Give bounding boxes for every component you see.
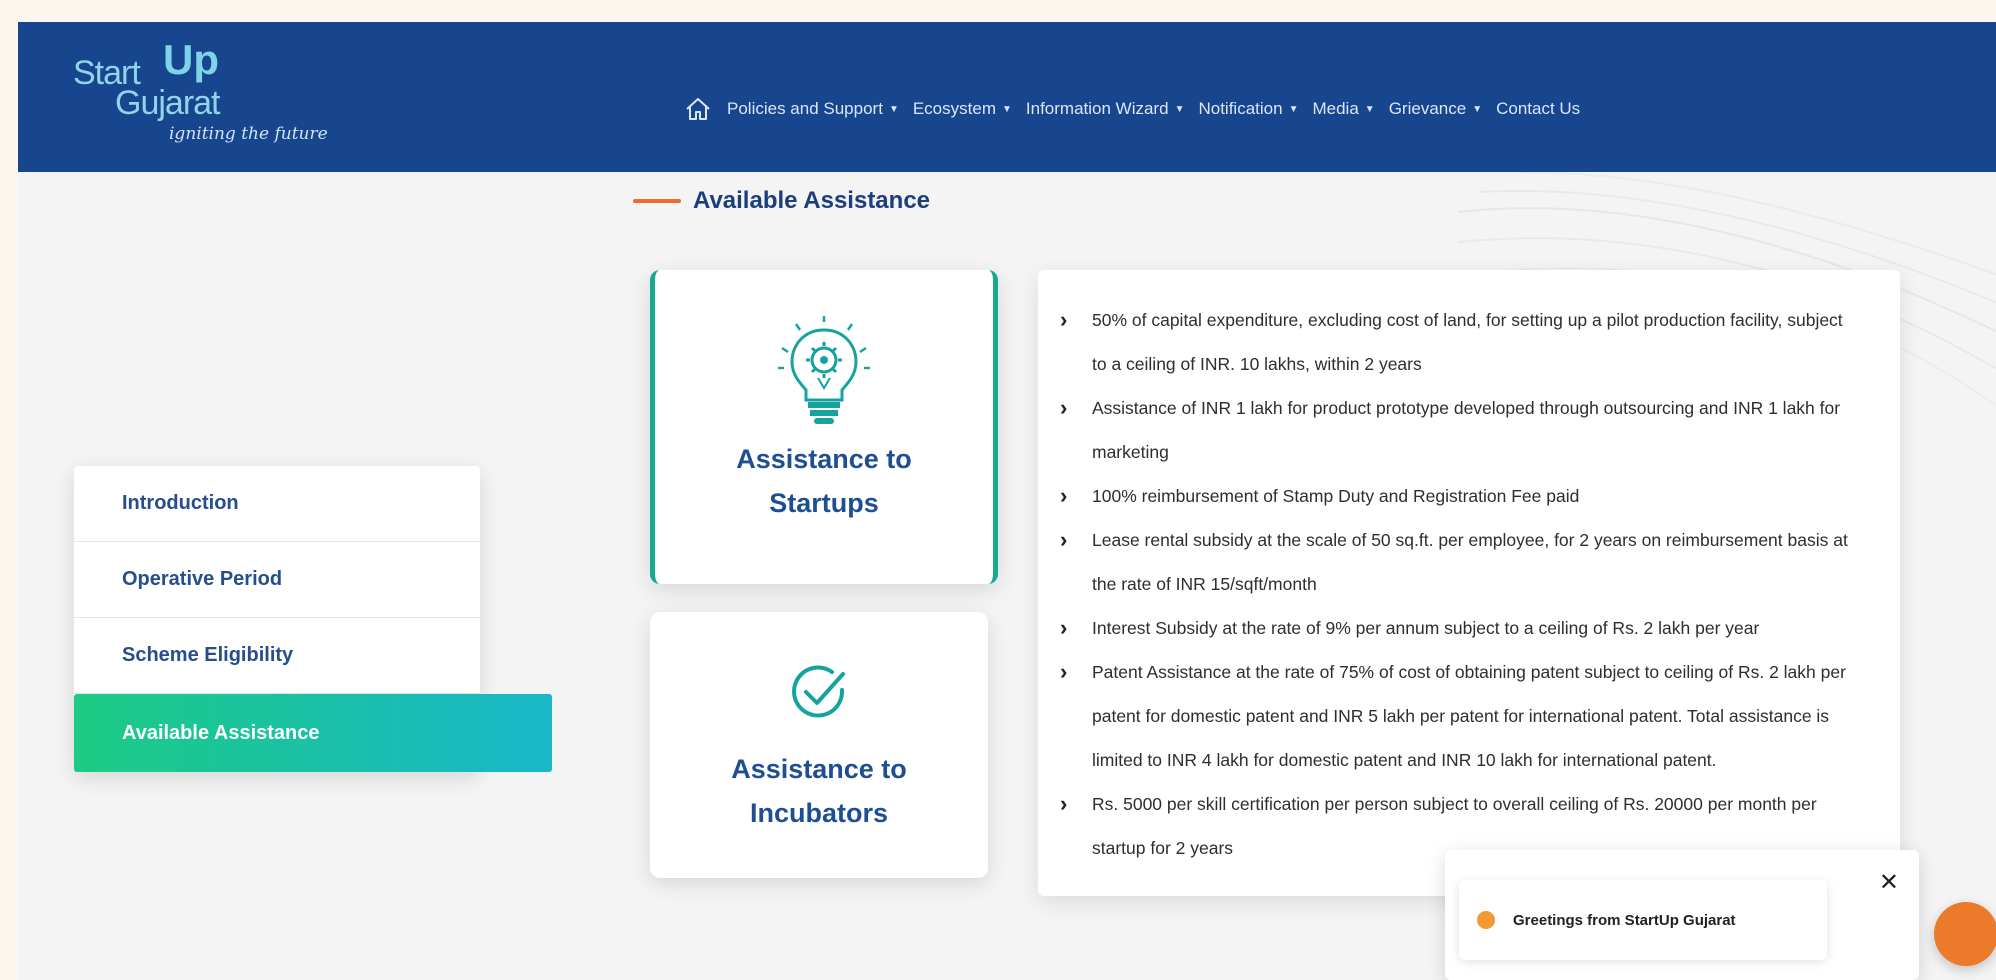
- chevron-right-icon: ›: [1060, 527, 1068, 552]
- detail-item: › Assistance of INR 1 lakh for product pr…: [1060, 386, 1860, 474]
- nav-label: Grievance: [1388, 99, 1467, 118]
- logo-gujarat: Gujarat: [115, 84, 220, 122]
- detail-item: › 50% of capital expenditure, excluding c…: [1060, 298, 1860, 386]
- detail-text: Interest Subsidy at the rate of 9% per a…: [1092, 618, 1760, 638]
- detail-text: Assistance of INR 1 lakh for product pro…: [1092, 398, 1841, 462]
- sidebar-item-introduction[interactable]: Introduction: [74, 466, 480, 542]
- page: Start Up Gujarat igniting the future Pol…: [18, 22, 1996, 980]
- logo-up: Up: [163, 36, 219, 83]
- nav-label: Ecosystem: [912, 99, 996, 118]
- chat-popup: ✕ Greetings from StartUp Gujarat: [1445, 850, 1919, 980]
- caret-down-icon: ▼: [888, 103, 899, 115]
- sidebar-item-scheme-eligibility[interactable]: Scheme Eligibility: [74, 618, 480, 694]
- chat-greeting-text: Greetings from StartUp Gujarat: [1513, 911, 1736, 929]
- chevron-right-icon: ›: [1060, 615, 1068, 640]
- startup-gujarat-logo[interactable]: Start Up Gujarat igniting the future: [73, 32, 353, 162]
- caret-down-icon: ▼: [1288, 103, 1299, 115]
- title-accent-dash: [633, 199, 681, 203]
- nav-label: Notification: [1198, 99, 1283, 118]
- nav-media[interactable]: Media ▼: [1312, 99, 1374, 119]
- detail-item: › Lease rental subsidy at the scale of 50…: [1060, 518, 1860, 606]
- sidebar-item-available-assistance[interactable]: Available Assistance: [74, 694, 552, 772]
- nav-ecosystem[interactable]: Ecosystem ▼: [913, 99, 1012, 119]
- detail-item: › Interest Subsidy at the rate of 9% per …: [1060, 606, 1860, 650]
- card-assistance-to-startups[interactable]: Assistance to Startups: [650, 270, 998, 584]
- assistance-details-list: › 50% of capital expenditure, excluding c…: [1038, 270, 1900, 870]
- nav-grievance[interactable]: Grievance ▼: [1389, 99, 1482, 119]
- check-circle-icon: [650, 660, 988, 731]
- sidebar-item-operative-period[interactable]: Operative Period: [74, 542, 480, 618]
- chat-launcher-button[interactable]: [1934, 902, 1996, 966]
- card-label-line1: Assistance to: [736, 444, 912, 474]
- card-assistance-to-incubators[interactable]: Assistance to Incubators: [650, 612, 988, 878]
- card-label-line1: Assistance to: [731, 754, 907, 784]
- chevron-right-icon: ›: [1060, 483, 1068, 508]
- nav-label: Contact Us: [1496, 99, 1581, 118]
- nav-label: Policies and Support: [727, 99, 883, 118]
- card-label-line2: Incubators: [749, 798, 889, 828]
- main-nav: Policies and Support ▼ Ecosystem ▼ Informa…: [683, 96, 1580, 122]
- detail-item: › Patent Assistance at the rate of 75% of…: [1060, 650, 1860, 782]
- chevron-right-icon: ›: [1060, 307, 1068, 332]
- caret-down-icon: ▼: [1472, 103, 1483, 115]
- home-icon[interactable]: [683, 96, 713, 122]
- chevron-right-icon: ›: [1060, 791, 1068, 816]
- nav-label: Media: [1312, 99, 1359, 118]
- nav-contact-us[interactable]: Contact Us: [1496, 99, 1580, 119]
- site-header: Start Up Gujarat igniting the future Pol…: [18, 22, 1996, 172]
- detail-text: Lease rental subsidy at the scale of 50 …: [1092, 530, 1848, 594]
- detail-text: Patent Assistance at the rate of 75% of …: [1092, 662, 1846, 770]
- lightbulb-gear-icon: [655, 312, 993, 437]
- caret-down-icon: ▼: [1364, 103, 1375, 115]
- detail-text: Rs. 5000 per skill certification per per…: [1092, 794, 1817, 858]
- card-label-line2: Startups: [769, 488, 879, 518]
- nav-information-wizard[interactable]: Information Wizard ▼: [1026, 99, 1185, 119]
- detail-item: › 100% reimbursement of Stamp Duty and Re…: [1060, 474, 1860, 518]
- nav-notification[interactable]: Notification ▼: [1198, 99, 1298, 119]
- caret-down-icon: ▼: [1174, 103, 1185, 115]
- section-title-text: Available Assistance: [693, 187, 931, 214]
- chat-avatar-icon: [1477, 911, 1495, 929]
- nav-policies-and-support[interactable]: Policies and Support ▼: [727, 99, 899, 119]
- chat-greeting[interactable]: Greetings from StartUp Gujarat: [1459, 880, 1827, 960]
- caret-down-icon: ▼: [1001, 103, 1012, 115]
- detail-text: 100% reimbursement of Stamp Duty and Reg…: [1092, 486, 1580, 506]
- close-icon[interactable]: ✕: [1879, 868, 1899, 897]
- chevron-right-icon: ›: [1060, 659, 1068, 684]
- logo-tagline: igniting the future: [169, 124, 328, 144]
- chevron-right-icon: ›: [1060, 395, 1068, 420]
- assistance-details-panel: › 50% of capital expenditure, excluding c…: [1038, 270, 1900, 896]
- nav-label: Information Wizard: [1025, 99, 1169, 118]
- section-title: Available Assistance: [633, 187, 930, 215]
- scheme-sidebar: Introduction Operative Period Scheme Eli…: [74, 466, 552, 772]
- detail-text: 50% of capital expenditure, excluding co…: [1092, 310, 1843, 374]
